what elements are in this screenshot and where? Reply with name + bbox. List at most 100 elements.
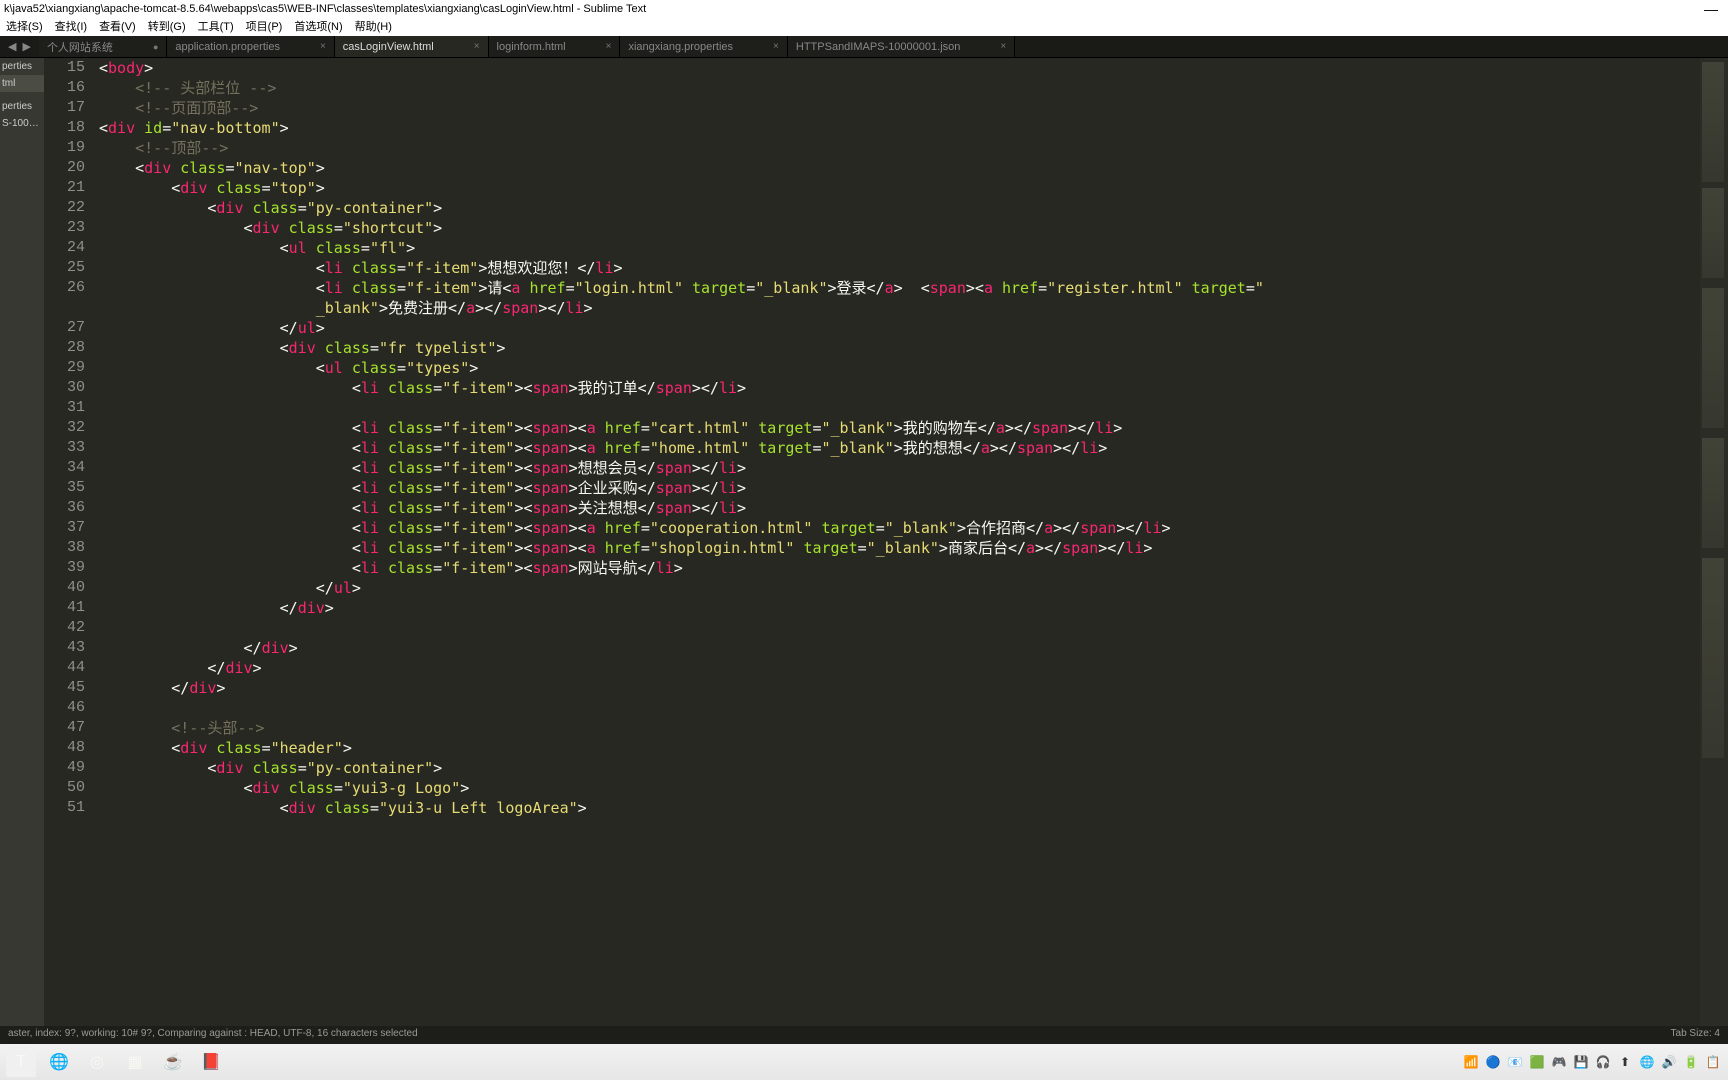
- code-line[interactable]: </ul>: [99, 318, 1700, 338]
- tray-icon[interactable]: 🎮: [1550, 1053, 1568, 1071]
- close-tab-icon[interactable]: ×: [320, 41, 326, 52]
- line-number: 36: [44, 498, 85, 518]
- taskbar-app-icon[interactable]: ☕: [158, 1047, 188, 1077]
- sidebar-file-item[interactable]: perties: [0, 58, 44, 75]
- code-line[interactable]: <!-- 头部栏位 -->: [99, 78, 1700, 98]
- menu-item[interactable]: 查看(V): [99, 21, 136, 33]
- code-line[interactable]: </div>: [99, 678, 1700, 698]
- line-number-gutter: 1516171819202122232425262728293031323334…: [44, 58, 99, 1062]
- code-line[interactable]: <ul class="fl">: [99, 238, 1700, 258]
- editor-tab[interactable]: application.properties ×: [167, 36, 334, 57]
- menu-item[interactable]: 项目(P): [246, 21, 283, 33]
- line-number: 21: [44, 178, 85, 198]
- line-number: 25: [44, 258, 85, 278]
- code-line[interactable]: <div class="top">: [99, 178, 1700, 198]
- line-number: 33: [44, 438, 85, 458]
- close-tab-icon[interactable]: ×: [773, 41, 779, 52]
- code-line[interactable]: <li class="f-item"><span>想想会员</span></li…: [99, 458, 1700, 478]
- code-line[interactable]: <li class="f-item"><span>我的订单</span></li…: [99, 378, 1700, 398]
- line-number: 40: [44, 578, 85, 598]
- menu-item[interactable]: 转到(G): [148, 21, 186, 33]
- taskbar-app-icon[interactable]: ▦: [120, 1047, 150, 1077]
- dirty-indicator-icon[interactable]: ●: [153, 42, 158, 52]
- code-line[interactable]: </div>: [99, 598, 1700, 618]
- code-line[interactable]: <div class="yui3-u Left logoArea">: [99, 798, 1700, 818]
- code-line[interactable]: <!--页面顶部-->: [99, 98, 1700, 118]
- code-line[interactable]: <li class="f-item"><span><a href="cooper…: [99, 518, 1700, 538]
- code-line[interactable]: <li class="f-item"><span><a href="cart.h…: [99, 418, 1700, 438]
- os-taskbar[interactable]: T 🌐 ◎ ▦ ☕ 📕 📶 🔵 📧 🟩 🎮 💾 🎧 ⬆ 🌐 🔊 🔋 📋: [0, 1044, 1728, 1080]
- code-line[interactable]: <div class="header">: [99, 738, 1700, 758]
- line-number: 38: [44, 538, 85, 558]
- minimap[interactable]: [1700, 58, 1728, 1062]
- tray-icon[interactable]: 🎧: [1594, 1053, 1612, 1071]
- tray-icon[interactable]: 📶: [1462, 1053, 1480, 1071]
- menu-item[interactable]: 查找(I): [55, 21, 87, 33]
- taskbar-app-icon[interactable]: 🌐: [44, 1047, 74, 1077]
- menu-bar[interactable]: 选择(S) 查找(I) 查看(V) 转到(G) 工具(T) 项目(P) 首选项(N) 帮助(H…: [0, 18, 1728, 36]
- close-tab-icon[interactable]: ×: [606, 41, 612, 52]
- menu-item[interactable]: 帮助(H): [355, 21, 392, 33]
- tray-icon[interactable]: 🌐: [1638, 1053, 1656, 1071]
- code-line[interactable]: <body>: [99, 58, 1700, 78]
- code-line[interactable]: <!--头部-->: [99, 718, 1700, 738]
- editor-tab[interactable]: casLoginView.html×: [335, 36, 489, 57]
- system-tray[interactable]: 📶 🔵 📧 🟩 🎮 💾 🎧 ⬆ 🌐 🔊 🔋 📋: [1462, 1053, 1722, 1071]
- code-line[interactable]: <ul class="types">: [99, 358, 1700, 378]
- code-line[interactable]: <div class="py-container">: [99, 758, 1700, 778]
- menu-item[interactable]: 工具(T): [198, 21, 234, 33]
- code-line[interactable]: <li class="f-item"><span>企业采购</span></li…: [99, 478, 1700, 498]
- sidebar-file-item[interactable]: S-1000000: [0, 115, 44, 132]
- code-line[interactable]: </ul>: [99, 578, 1700, 598]
- editor-tab[interactable]: xiangxiang.properties×: [620, 36, 787, 57]
- tray-icon[interactable]: 📧: [1506, 1053, 1524, 1071]
- tab-prev-icon[interactable]: ◀: [8, 40, 16, 53]
- code-line[interactable]: [99, 618, 1700, 638]
- editor-tab[interactable]: HTTPSandIMAPS-10000001.json×: [788, 36, 1015, 57]
- tray-icon[interactable]: ⬆: [1616, 1053, 1634, 1071]
- editor-tab[interactable]: loginform.html×: [489, 36, 621, 57]
- tab-nav-arrows[interactable]: ◀ ▶: [0, 36, 39, 57]
- code-line[interactable]: _blank">免费注册</a></span></li>: [99, 298, 1700, 318]
- close-tab-icon[interactable]: ×: [1000, 41, 1006, 52]
- tray-icon[interactable]: 🔋: [1682, 1053, 1700, 1071]
- code-line[interactable]: </div>: [99, 638, 1700, 658]
- code-line[interactable]: </div>: [99, 658, 1700, 678]
- code-line[interactable]: <div id="nav-bottom">: [99, 118, 1700, 138]
- taskbar-app-icon[interactable]: T: [6, 1047, 36, 1077]
- taskbar-app-icon[interactable]: 📕: [196, 1047, 226, 1077]
- code-line[interactable]: <li class="f-item"><span>关注想想</span></li…: [99, 498, 1700, 518]
- taskbar-app-icon[interactable]: ◎: [82, 1047, 112, 1077]
- line-number: [44, 298, 85, 318]
- tab-next-icon[interactable]: ▶: [22, 40, 30, 53]
- code-line[interactable]: <li class="f-item"><span><a href="home.h…: [99, 438, 1700, 458]
- code-line[interactable]: <div class="yui3-g Logo">: [99, 778, 1700, 798]
- side-panel[interactable]: pertiestmlpertiesS-1000000: [0, 58, 44, 1062]
- code-line[interactable]: <div class="nav-top">: [99, 158, 1700, 178]
- code-line[interactable]: <div class="fr typelist">: [99, 338, 1700, 358]
- sidebar-file-item[interactable]: perties: [0, 98, 44, 115]
- code-line[interactable]: <div class="shortcut">: [99, 218, 1700, 238]
- code-line[interactable]: <li class="f-item">请<a href="login.html"…: [99, 278, 1700, 298]
- code-line[interactable]: <li class="f-item">想想欢迎您！</li>: [99, 258, 1700, 278]
- code-line[interactable]: [99, 398, 1700, 418]
- minimize-button[interactable]: —: [1704, 0, 1718, 18]
- code-line[interactable]: <!--顶部-->: [99, 138, 1700, 158]
- sidebar-file-item[interactable]: tml: [0, 75, 44, 92]
- tray-icon[interactable]: 🔊: [1660, 1053, 1678, 1071]
- code-line[interactable]: [99, 698, 1700, 718]
- menu-item[interactable]: 首选项(N): [294, 21, 342, 33]
- code-line[interactable]: <li class="f-item"><span><a href="shoplo…: [99, 538, 1700, 558]
- close-tab-icon[interactable]: ×: [474, 41, 480, 52]
- line-number: 51: [44, 798, 85, 818]
- menu-item[interactable]: 选择(S): [6, 21, 43, 33]
- code-line[interactable]: <li class="f-item"><span>网站导航</li>: [99, 558, 1700, 578]
- code-editor[interactable]: <body> <!-- 头部栏位 --> <!--页面顶部--><div id=…: [99, 58, 1700, 1062]
- tray-icon[interactable]: 📋: [1704, 1053, 1722, 1071]
- tray-icon[interactable]: 💾: [1572, 1053, 1590, 1071]
- tray-icon[interactable]: 🔵: [1484, 1053, 1502, 1071]
- code-line[interactable]: <div class="py-container">: [99, 198, 1700, 218]
- tab-label: application.properties: [175, 41, 280, 53]
- editor-tab[interactable]: 个人网站系统●: [39, 36, 167, 57]
- tray-icon[interactable]: 🟩: [1528, 1053, 1546, 1071]
